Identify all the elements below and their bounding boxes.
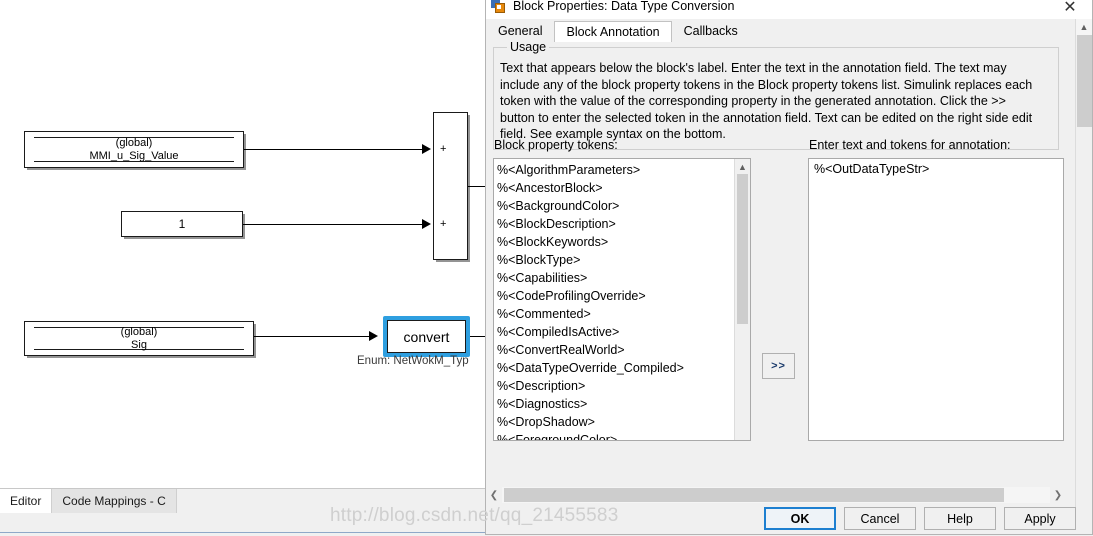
annotation-text-field[interactable]: %<OutDataTypeStr> — [808, 158, 1064, 441]
block-data-store-mmi-inner: (global) MMI_u_Sig_Value — [34, 137, 234, 162]
tab-block-annotation-label: Block Annotation — [566, 25, 660, 39]
list-item[interactable]: %<Diagnostics> — [497, 395, 733, 413]
block-data-store-mmi-scope: (global) — [115, 136, 153, 149]
block-data-store-sig[interactable]: (global) Sig — [24, 321, 254, 356]
block-constant[interactable]: 1 — [121, 211, 243, 237]
chevron-up-icon[interactable]: ▲ — [735, 159, 750, 174]
status-tab-editor[interactable]: Editor — [0, 489, 53, 513]
usage-group-legend: Usage — [507, 40, 550, 54]
status-tab-editor-label: Editor — [10, 494, 42, 508]
arrowhead-sum-in1 — [422, 144, 431, 154]
list-item[interactable]: %<BlockType> — [497, 251, 733, 269]
chevron-left-icon[interactable]: ❮ — [486, 487, 502, 503]
hscroll-thumb[interactable] — [504, 488, 1004, 502]
usage-text: Text that appears below the block's labe… — [500, 61, 1033, 141]
wire-sig-to-convert — [254, 336, 372, 337]
list-item[interactable]: %<ForegroundColor> — [497, 431, 733, 440]
annotation-value: %<OutDataTypeStr> — [814, 162, 930, 176]
dialog-tabs[interactable]: General Block Annotation Callbacks — [486, 19, 1066, 43]
block-sum-sign-top: + — [440, 143, 447, 155]
block-data-store-sig-label: Sig — [131, 338, 147, 351]
block-constant-value: 1 — [178, 217, 186, 231]
tab-block-annotation[interactable]: Block Annotation — [554, 21, 672, 43]
dialog-content: Usage Text that appears below the block'… — [486, 40, 1066, 487]
list-item[interactable]: %<BlockDescription> — [497, 215, 733, 233]
tab-general-label: General — [498, 24, 543, 38]
list-item[interactable]: %<DataTypeOverride_Compiled> — [497, 359, 733, 377]
status-tab-code-mappings-label: Code Mappings - C — [62, 494, 166, 508]
arrowhead-sum-in2 — [422, 219, 431, 229]
list-item[interactable]: %<BlockKeywords> — [497, 233, 733, 251]
tokens-list-scrollbar[interactable]: ▲ — [734, 159, 750, 440]
list-item[interactable]: %<BackgroundColor> — [497, 197, 733, 215]
list-item[interactable]: %<ConvertRealWorld> — [497, 341, 733, 359]
dialog-vertical-scrollbar[interactable]: ▲ — [1075, 19, 1092, 526]
list-item[interactable]: %<Description> — [497, 377, 733, 395]
dialog-title-bar[interactable]: Block Properties: Data Type Conversion ✕ — [486, 0, 1092, 19]
transfer-token-button[interactable]: >> — [762, 353, 795, 379]
block-data-store-sig-inner: (global) Sig — [34, 325, 244, 351]
arrowhead-convert-in — [369, 331, 378, 341]
list-item[interactable]: %<AncestorBlock> — [497, 179, 733, 197]
annotation-field-label: Enter text and tokens for annotation: — [809, 138, 1011, 152]
tab-callbacks[interactable]: Callbacks — [672, 20, 750, 42]
status-bar-tabs: Editor Code Mappings - C — [0, 489, 177, 513]
close-icon[interactable]: ✕ — [1048, 0, 1092, 19]
watermark: http://blog.csdn.net/qq_21455583 — [330, 505, 619, 526]
tokens-list-label: Block property tokens: — [494, 138, 618, 152]
block-data-store-mmi[interactable]: (global) MMI_u_Sig_Value — [24, 131, 244, 168]
block-sum-sign-bottom: + — [440, 218, 447, 230]
cancel-button[interactable]: Cancel — [844, 507, 916, 530]
block-sum[interactable] — [433, 112, 468, 260]
tab-general[interactable]: General — [486, 20, 554, 42]
tab-callbacks-label: Callbacks — [683, 24, 738, 38]
help-button[interactable]: Help — [924, 507, 996, 530]
wire-mmi-to-sum — [244, 149, 424, 150]
status-tab-code-mappings[interactable]: Code Mappings - C — [52, 489, 177, 513]
dialog-horizontal-scrollbar[interactable]: ❮ ❯ — [486, 487, 1066, 503]
block-convert[interactable]: convert — [387, 320, 466, 353]
ok-button[interactable]: OK — [764, 507, 836, 530]
simulink-block-icon — [491, 0, 506, 14]
list-item[interactable]: %<Commented> — [497, 305, 733, 323]
block-convert-annotation: Enum: NetWokM_Typ — [357, 355, 469, 367]
list-item[interactable]: %<CompiledIsActive> — [497, 323, 733, 341]
chevron-right-icon[interactable]: ❯ — [1050, 487, 1066, 503]
block-data-store-mmi-label: MMI_u_Sig_Value — [89, 149, 179, 162]
chevron-up-icon-dialog[interactable]: ▲ — [1076, 19, 1092, 35]
dialog-scroll-thumb[interactable] — [1077, 35, 1092, 127]
apply-button[interactable]: Apply — [1004, 507, 1076, 530]
wire-const-to-sum — [243, 224, 424, 225]
block-data-store-sig-scope: (global) — [120, 325, 158, 338]
block-properties-dialog[interactable]: Block Properties: Data Type Conversion ✕… — [485, 0, 1093, 535]
dialog-title: Block Properties: Data Type Conversion — [513, 0, 735, 13]
block-property-tokens-list[interactable]: %<AlgorithmParameters> %<AncestorBlock> … — [493, 158, 751, 441]
tokens-items[interactable]: %<AlgorithmParameters> %<AncestorBlock> … — [497, 161, 733, 440]
list-item[interactable]: %<CodeProfilingOverride> — [497, 287, 733, 305]
tokens-scroll-thumb[interactable] — [737, 174, 748, 324]
block-convert-label: convert — [403, 328, 450, 345]
list-item[interactable]: %<Capabilities> — [497, 269, 733, 287]
list-item[interactable]: %<AlgorithmParameters> — [497, 161, 733, 179]
list-item[interactable]: %<DropShadow> — [497, 413, 733, 431]
